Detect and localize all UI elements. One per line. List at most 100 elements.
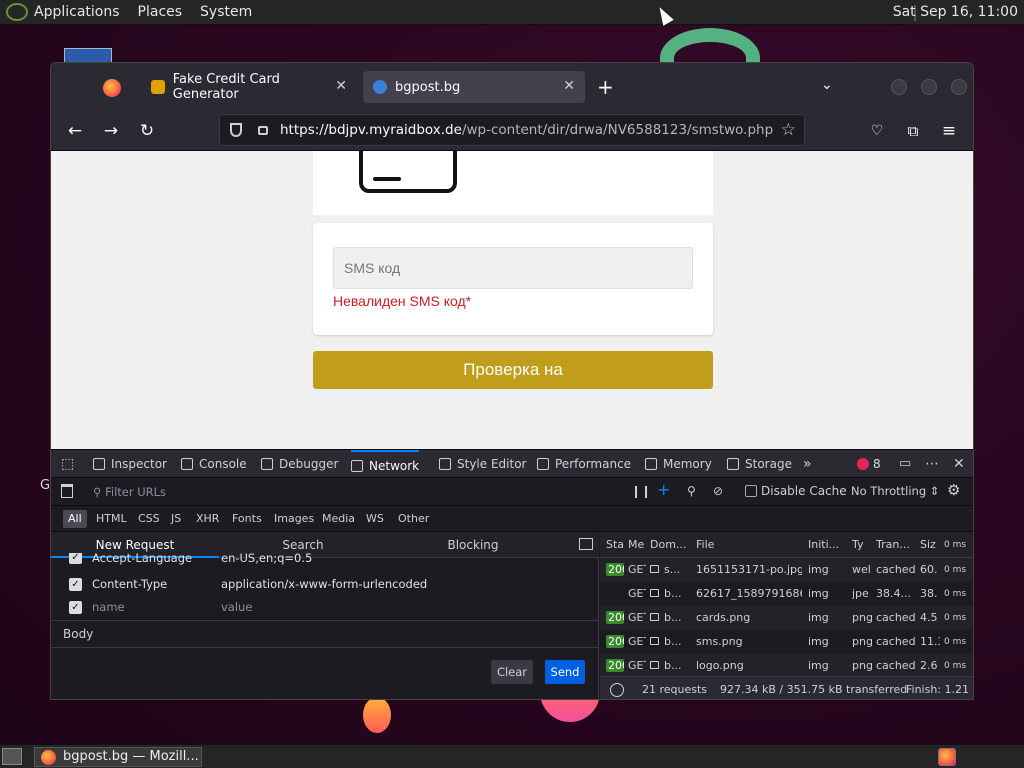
verify-button[interactable]: Проверка на bbox=[313, 351, 713, 389]
back-arrow-icon[interactable]: ← bbox=[63, 119, 87, 143]
header-value-placeholder[interactable]: value bbox=[221, 600, 252, 614]
error-count-badge[interactable]: 8 bbox=[857, 457, 881, 471]
tab-style-editor[interactable]: Style Editor bbox=[439, 450, 526, 478]
taskbar-window-title: bgpost.bg — Mozill... bbox=[63, 749, 199, 764]
header-name[interactable]: Accept-Language bbox=[92, 553, 192, 565]
kebab-menu-icon[interactable]: ⋯ bbox=[925, 450, 939, 478]
clock[interactable]: Sat Sep 16, 11:00 bbox=[893, 4, 1018, 20]
tab-storage[interactable]: Storage bbox=[727, 450, 792, 478]
filter-html[interactable]: HTML bbox=[91, 510, 132, 528]
table-row[interactable]: 200 GET b... cards.png img pngcached 4.5 0 ms bbox=[600, 606, 973, 630]
tracking-protection-shield-icon[interactable] bbox=[230, 123, 242, 137]
dock-side-icon[interactable]: ▭ bbox=[899, 450, 911, 478]
filter-css[interactable]: CSS bbox=[133, 510, 165, 528]
forward-arrow-icon[interactable]: → bbox=[99, 119, 123, 143]
menu-system[interactable]: System bbox=[200, 4, 252, 20]
cell-method: GET bbox=[628, 611, 646, 624]
column-method[interactable]: Me bbox=[628, 538, 646, 551]
filter-fonts[interactable]: Fonts bbox=[227, 510, 267, 528]
minimize-window-button[interactable] bbox=[891, 79, 907, 95]
clear-button[interactable]: Clear bbox=[491, 660, 533, 684]
block-icon[interactable]: ⊘ bbox=[713, 484, 723, 498]
header-checkbox[interactable]: ✓ bbox=[69, 553, 82, 564]
distro-logo-icon[interactable] bbox=[6, 3, 28, 21]
devtools-toolbar: ⬚ Inspector Console Debugger Network Sty… bbox=[51, 450, 973, 478]
column-transferred[interactable]: Tran... bbox=[876, 538, 916, 551]
tab-debugger[interactable]: Debugger bbox=[261, 450, 338, 478]
firefox-view-icon[interactable] bbox=[103, 79, 121, 97]
filter-images[interactable]: Images bbox=[269, 510, 319, 528]
menu-applications[interactable]: Applications bbox=[34, 4, 120, 20]
close-tab-icon[interactable]: ✕ bbox=[563, 78, 575, 94]
tab-memory[interactable]: Memory bbox=[645, 450, 712, 478]
table-row[interactable]: GET b... 62617_1589791686.jp img jpe 38.4... 3… bbox=[600, 582, 973, 606]
tab-network[interactable]: Network bbox=[351, 450, 420, 478]
tab-console[interactable]: Console bbox=[181, 450, 247, 478]
disable-cache-checkbox[interactable]: Disable Cache bbox=[745, 484, 847, 498]
hamburger-menu-icon[interactable]: ≡ bbox=[937, 119, 961, 143]
sidebar-toggle-icon[interactable] bbox=[579, 538, 593, 550]
bookmark-star-icon[interactable]: ☆ bbox=[781, 120, 796, 140]
taskbar-window-button[interactable]: bgpost.bg — Mozill... bbox=[34, 747, 202, 767]
pause-icon[interactable]: ❙❙ bbox=[631, 484, 651, 498]
lock-icon bbox=[650, 661, 659, 669]
filter-ws[interactable]: WS bbox=[361, 510, 389, 528]
lock-icon bbox=[650, 637, 659, 645]
more-tools-icon[interactable]: » bbox=[803, 450, 812, 478]
url-bar[interactable]: https://bdjpv.myraidbox.de/wp-content/di… bbox=[219, 114, 805, 146]
reload-icon[interactable]: ↻ bbox=[135, 119, 159, 143]
table-row[interactable]: 200 GET b... logo.png img pngcached 2.6 0 ms bbox=[600, 654, 973, 678]
filter-all[interactable]: All bbox=[63, 510, 87, 528]
cell-time: 0 ms bbox=[944, 637, 967, 647]
throttling-select[interactable]: No Throttling ⇕ bbox=[851, 484, 939, 498]
gear-icon[interactable]: ⚙ bbox=[947, 481, 960, 499]
sms-code-input[interactable]: SMS код bbox=[333, 247, 693, 289]
header-checkbox[interactable]: ✓ bbox=[69, 601, 82, 614]
menu-places[interactable]: Places bbox=[138, 4, 183, 20]
header-checkbox[interactable]: ✓ bbox=[69, 578, 82, 591]
column-size[interactable]: Siz bbox=[920, 538, 940, 551]
column-type[interactable]: Ty bbox=[852, 538, 874, 551]
filter-other[interactable]: Other bbox=[393, 510, 434, 528]
close-devtools-icon[interactable]: ✕ bbox=[953, 450, 965, 478]
new-tab-icon[interactable]: + bbox=[597, 75, 614, 99]
tab-bgpost[interactable]: bgpost.bg ✕ bbox=[363, 71, 585, 103]
body-section-label[interactable]: Body bbox=[51, 620, 599, 648]
trash-icon[interactable] bbox=[61, 484, 73, 498]
tab-inspector[interactable]: Inspector bbox=[93, 450, 167, 478]
column-waterfall[interactable]: 0 ms bbox=[944, 540, 970, 550]
tab-performance[interactable]: Performance bbox=[537, 450, 631, 478]
tab-label: Performance bbox=[555, 457, 632, 471]
maximize-window-button[interactable] bbox=[921, 79, 937, 95]
performance-icon bbox=[537, 458, 549, 470]
extensions-icon[interactable]: ⧉ bbox=[901, 119, 925, 143]
filter-xhr[interactable]: XHR bbox=[191, 510, 224, 528]
close-window-button[interactable] bbox=[951, 79, 967, 95]
filter-urls-input[interactable]: ⚲ Filter URLs bbox=[93, 485, 166, 499]
header-value[interactable]: application/x-www-form-urlencoded bbox=[221, 577, 427, 591]
filter-js[interactable]: JS bbox=[166, 510, 186, 528]
column-file[interactable]: File bbox=[696, 538, 802, 551]
element-picker-icon[interactable]: ⬚ bbox=[61, 450, 74, 478]
new-request-icon[interactable]: + bbox=[657, 480, 670, 499]
close-tab-icon[interactable]: ✕ bbox=[335, 78, 347, 94]
lock-icon[interactable] bbox=[258, 126, 268, 135]
table-row[interactable]: 200 GET s... 1651153171-po.jpg img wel cached 6… bbox=[600, 558, 973, 582]
stopwatch-icon[interactable] bbox=[610, 683, 624, 697]
header-name-placeholder[interactable]: name bbox=[92, 600, 125, 614]
tab-fake-credit-card[interactable]: Fake Credit Card Generator ✕ bbox=[141, 71, 357, 103]
lock-icon bbox=[650, 565, 659, 573]
pocket-icon[interactable]: ♡ bbox=[865, 119, 889, 143]
firefox-tray-icon[interactable] bbox=[938, 748, 956, 766]
search-icon[interactable]: ⚲ bbox=[687, 484, 696, 498]
column-status[interactable]: Sta bbox=[606, 538, 624, 551]
header-value[interactable]: en-US,en;q=0.5 bbox=[221, 553, 312, 565]
send-button[interactable]: Send bbox=[545, 660, 585, 684]
column-domain[interactable]: Dom... bbox=[650, 538, 690, 551]
header-name[interactable]: Content-Type bbox=[92, 577, 167, 591]
show-desktop-icon[interactable] bbox=[2, 748, 22, 765]
table-row[interactable]: 200 GET b... sms.png img pngcached 11.3 0 ms bbox=[600, 630, 973, 654]
filter-media[interactable]: Media bbox=[317, 510, 360, 528]
chevron-down-icon[interactable]: ⌄ bbox=[821, 77, 833, 93]
column-initiator[interactable]: Initi... bbox=[808, 538, 848, 551]
